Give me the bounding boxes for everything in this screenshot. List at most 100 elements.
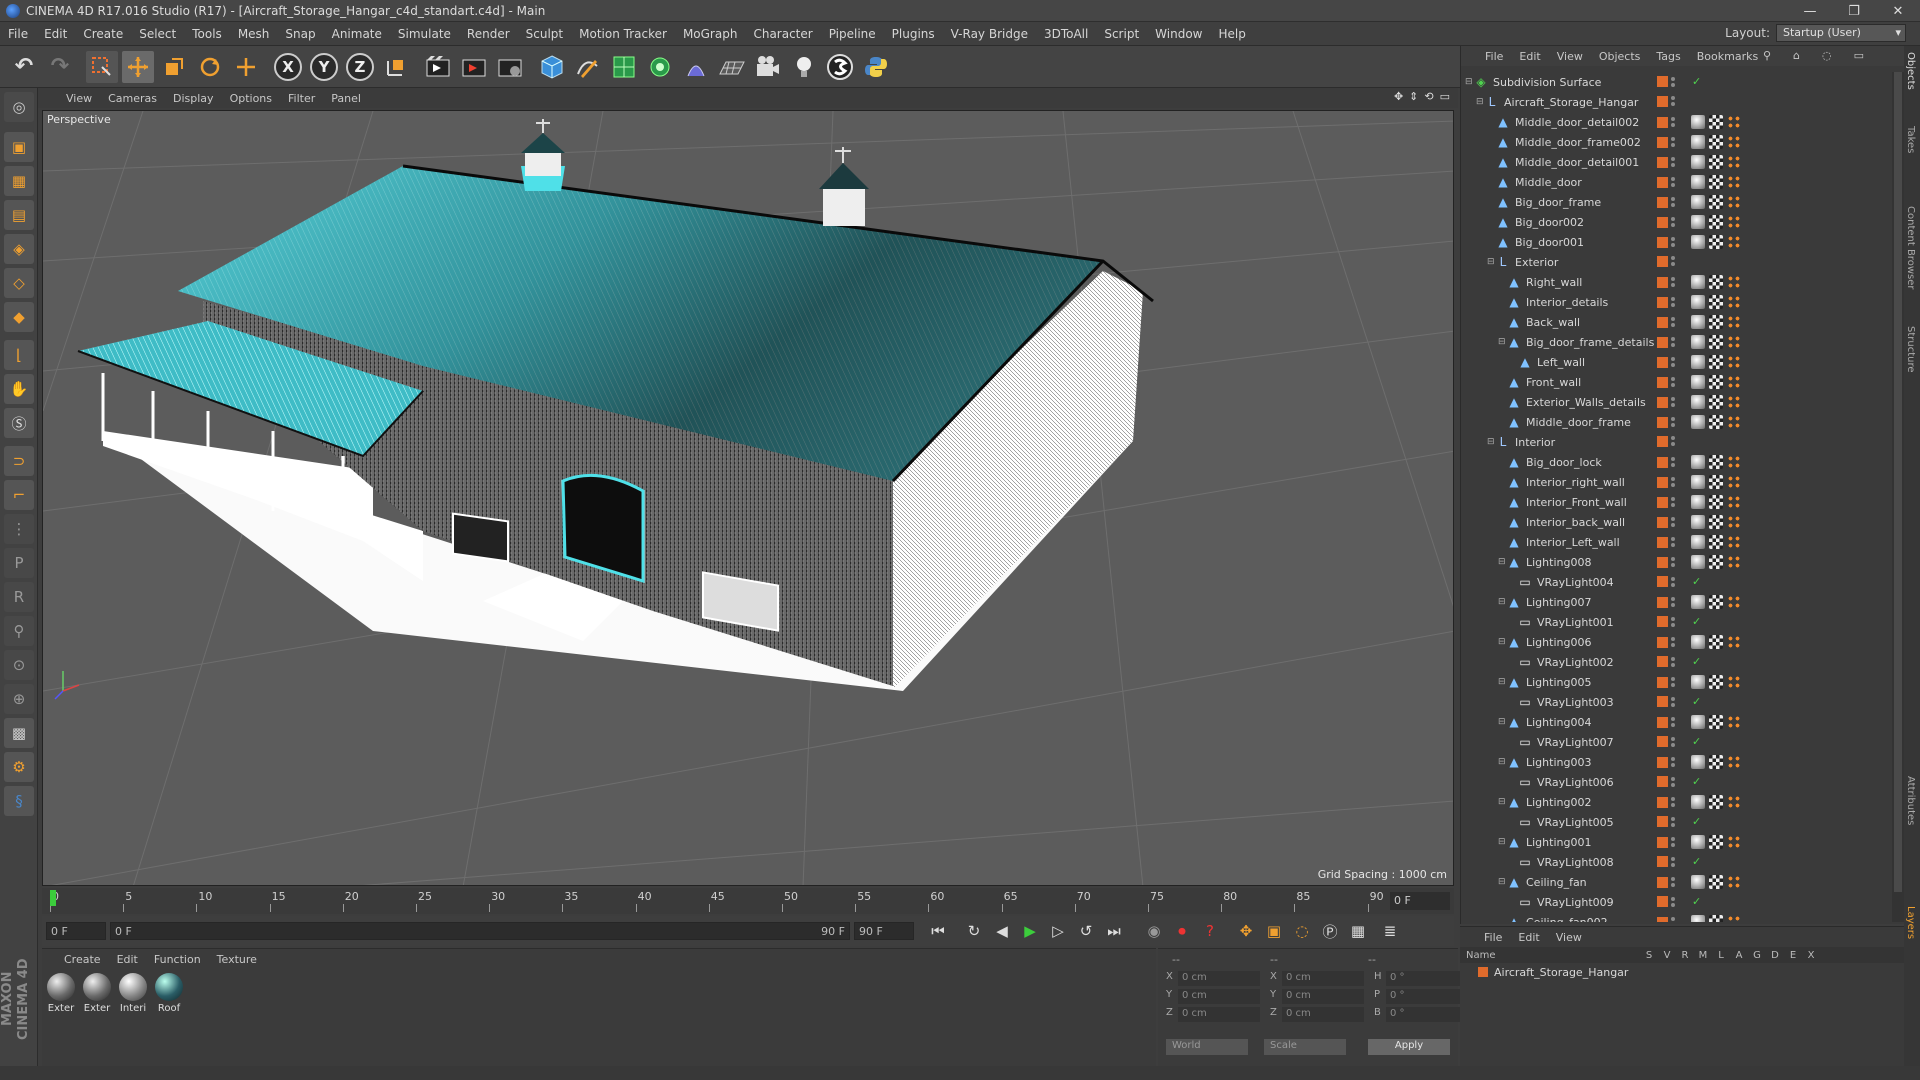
tree-expand-icon[interactable]: ⊟ — [1498, 757, 1508, 767]
object-name[interactable]: VRayLight002 — [1537, 656, 1614, 669]
material-tag-icon[interactable] — [1691, 355, 1705, 369]
visibility-dots-icon[interactable] — [1671, 836, 1677, 848]
tree-expand-icon[interactable]: ⊟ — [1465, 77, 1475, 87]
texture-tag-icon[interactable] — [1709, 275, 1723, 289]
texture-tag-icon[interactable] — [1709, 355, 1723, 369]
visibility-dots-icon[interactable] — [1671, 776, 1677, 788]
texture-tag-icon[interactable] — [1709, 835, 1723, 849]
object-name[interactable]: Ceiling_fan002 — [1526, 916, 1608, 923]
visibility-dots-icon[interactable] — [1671, 736, 1677, 748]
object-name[interactable]: Back_wall — [1526, 316, 1580, 329]
object-name[interactable]: Lighting004 — [1526, 716, 1591, 729]
brush-icon[interactable]: ⚙ — [4, 752, 34, 782]
texture-tag-icon[interactable] — [1709, 295, 1723, 309]
material-tag-icon[interactable] — [1691, 415, 1705, 429]
minimize-button[interactable]: — — [1788, 0, 1832, 22]
workplane-mode-icon[interactable]: ▤ — [4, 200, 34, 230]
object-row[interactable]: ▲ Middle_door_detail001 — [1461, 152, 1885, 172]
z-axis-lock-button[interactable]: Z — [344, 51, 376, 83]
pen-spline-icon[interactable] — [572, 51, 604, 83]
timeline-ruler[interactable]: 051015202530354045505560657075808590 0 F — [42, 888, 1454, 914]
apply-button[interactable]: Apply — [1368, 1039, 1450, 1055]
viewport-menu-cameras[interactable]: Cameras — [108, 92, 157, 105]
uvw-tag-icon[interactable] — [1727, 555, 1741, 569]
layer-column-g[interactable]: G — [1748, 950, 1766, 961]
object-row[interactable]: ⊟ ▲ Lighting001 — [1461, 832, 1885, 852]
material-menu-edit[interactable]: Edit — [117, 953, 138, 966]
object-name[interactable]: VRayLight009 — [1537, 896, 1614, 909]
visibility-dots-icon[interactable] — [1671, 95, 1677, 107]
object-row[interactable]: ▲ Right_wall — [1461, 272, 1885, 292]
layer-color-swatch[interactable] — [1657, 176, 1668, 188]
layer-color-swatch[interactable] — [1657, 316, 1668, 328]
grid-icon[interactable]: ▩ — [4, 718, 34, 748]
uvw-tag-icon[interactable] — [1727, 595, 1741, 609]
object-name[interactable]: Right_wall — [1526, 276, 1582, 289]
texture-tag-icon[interactable] — [1709, 535, 1723, 549]
right-tab-attributes[interactable]: Attributes — [1905, 776, 1916, 825]
visibility-dots-icon[interactable] — [1671, 316, 1677, 328]
layer-color-swatch[interactable] — [1657, 556, 1668, 568]
vray-bridge-icon[interactable] — [824, 51, 856, 83]
menu-simulate[interactable]: Simulate — [390, 27, 459, 41]
uvw-tag-icon[interactable] — [1727, 315, 1741, 329]
visibility-dots-icon[interactable] — [1671, 435, 1677, 447]
cube-primitive-icon[interactable] — [536, 51, 568, 83]
uvw-tag-icon[interactable] — [1727, 175, 1741, 189]
texture-tag-icon[interactable] — [1709, 455, 1723, 469]
layer-color-swatch[interactable] — [1657, 836, 1668, 848]
object-name[interactable]: Exterior_Walls_details — [1526, 396, 1646, 409]
material-tag-icon[interactable] — [1691, 315, 1705, 329]
texture-tag-icon[interactable] — [1709, 115, 1723, 129]
viewport-menu-view[interactable]: View — [66, 92, 92, 105]
uvw-tag-icon[interactable] — [1727, 215, 1741, 229]
lock-workplane-icon[interactable]: ⊕ — [4, 684, 34, 714]
object-row[interactable]: ▲ Interior_details — [1461, 292, 1885, 312]
layer-row[interactable]: Aircraft_Storage_Hangar — [1460, 963, 1904, 981]
object-row[interactable]: ⊟ ▲ Lighting003 — [1461, 752, 1885, 772]
tree-expand-icon[interactable]: ⊟ — [1498, 637, 1508, 647]
tweak-mode-icon[interactable]: ✋ — [4, 374, 34, 404]
tree-expand-icon[interactable]: ⊟ — [1498, 337, 1508, 347]
visibility-dots-icon[interactable] — [1671, 136, 1677, 148]
visibility-dots-icon[interactable] — [1671, 756, 1677, 768]
layer-column-e[interactable]: E — [1784, 950, 1802, 961]
layer-color-swatch[interactable] — [1657, 116, 1668, 128]
snap-icon[interactable]: Ⓢ — [4, 408, 34, 438]
max-frame-field[interactable]: 90 F — [854, 922, 914, 940]
tree-expand-icon[interactable]: ⊟ — [1487, 437, 1497, 447]
menu-pipeline[interactable]: Pipeline — [821, 27, 884, 41]
uvw-tag-icon[interactable] — [1727, 715, 1741, 729]
viewport-menu-panel[interactable]: Panel — [331, 92, 361, 105]
uvw-tag-icon[interactable] — [1727, 915, 1741, 922]
deformer-icon[interactable] — [680, 51, 712, 83]
live-selection-icon[interactable] — [86, 50, 118, 83]
object-name[interactable]: Ceiling_fan — [1526, 876, 1587, 889]
layer-color-swatch[interactable] — [1657, 876, 1668, 888]
record-keyframe-icon[interactable]: ◉ — [1142, 919, 1166, 943]
tree-expand-icon[interactable]: ⊟ — [1498, 717, 1508, 727]
object-name[interactable]: VRayLight006 — [1537, 776, 1614, 789]
menu-window[interactable]: Window — [1147, 27, 1210, 41]
object-name[interactable]: Middle_door_frame002 — [1515, 136, 1641, 149]
material-menu-create[interactable]: Create — [64, 953, 101, 966]
uvw-tag-icon[interactable] — [1727, 155, 1741, 169]
python-script-icon[interactable] — [860, 51, 892, 83]
layer-color-swatch[interactable] — [1657, 216, 1668, 228]
layer-color-swatch[interactable] — [1657, 396, 1668, 408]
render-view-icon[interactable] — [422, 51, 454, 83]
visibility-dots-icon[interactable] — [1671, 376, 1677, 388]
layer-color-swatch[interactable] — [1478, 967, 1488, 977]
maximize-button[interactable]: ❐ — [1832, 0, 1876, 22]
enabled-check-icon[interactable]: ✓ — [1692, 615, 1701, 628]
layer-color-swatch[interactable] — [1657, 636, 1668, 648]
menu-tools[interactable]: Tools — [184, 27, 230, 41]
x-axis-lock-button[interactable]: X — [272, 51, 304, 83]
visibility-dots-icon[interactable] — [1671, 916, 1677, 922]
texture-tag-icon[interactable] — [1709, 715, 1723, 729]
uvw-tag-icon[interactable] — [1727, 335, 1741, 349]
layer-column-v[interactable]: V — [1658, 950, 1676, 961]
object-row[interactable]: ▲ Exterior_Walls_details — [1461, 392, 1885, 412]
size-field[interactable]: 0 cm — [1282, 971, 1364, 986]
viewport-menu-options[interactable]: Options — [230, 92, 272, 105]
